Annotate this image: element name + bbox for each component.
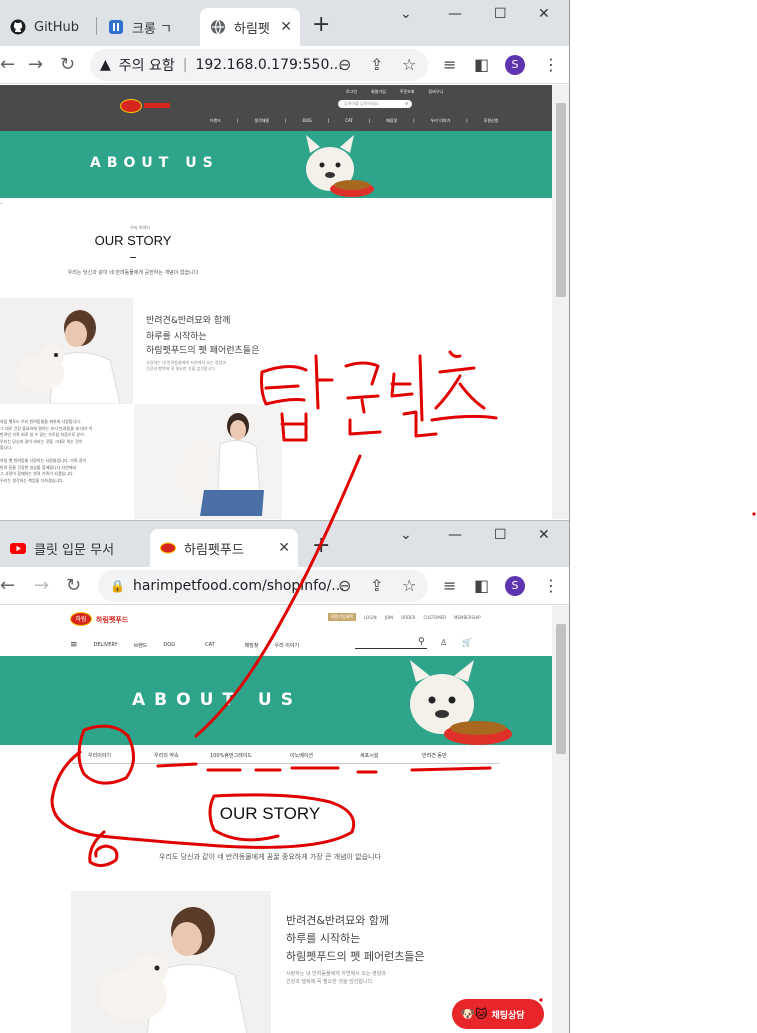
content-loop bbox=[50, 750, 356, 849]
pointer-line bbox=[194, 454, 362, 738]
ink-dot bbox=[752, 512, 756, 516]
annotation-handwriting bbox=[260, 350, 498, 442]
tab-underline bbox=[156, 762, 198, 768]
ink-dot bbox=[539, 998, 543, 1002]
handwritten-annotation bbox=[50, 350, 756, 1002]
tab-circle bbox=[77, 724, 135, 785]
tab-underline bbox=[410, 766, 492, 772]
